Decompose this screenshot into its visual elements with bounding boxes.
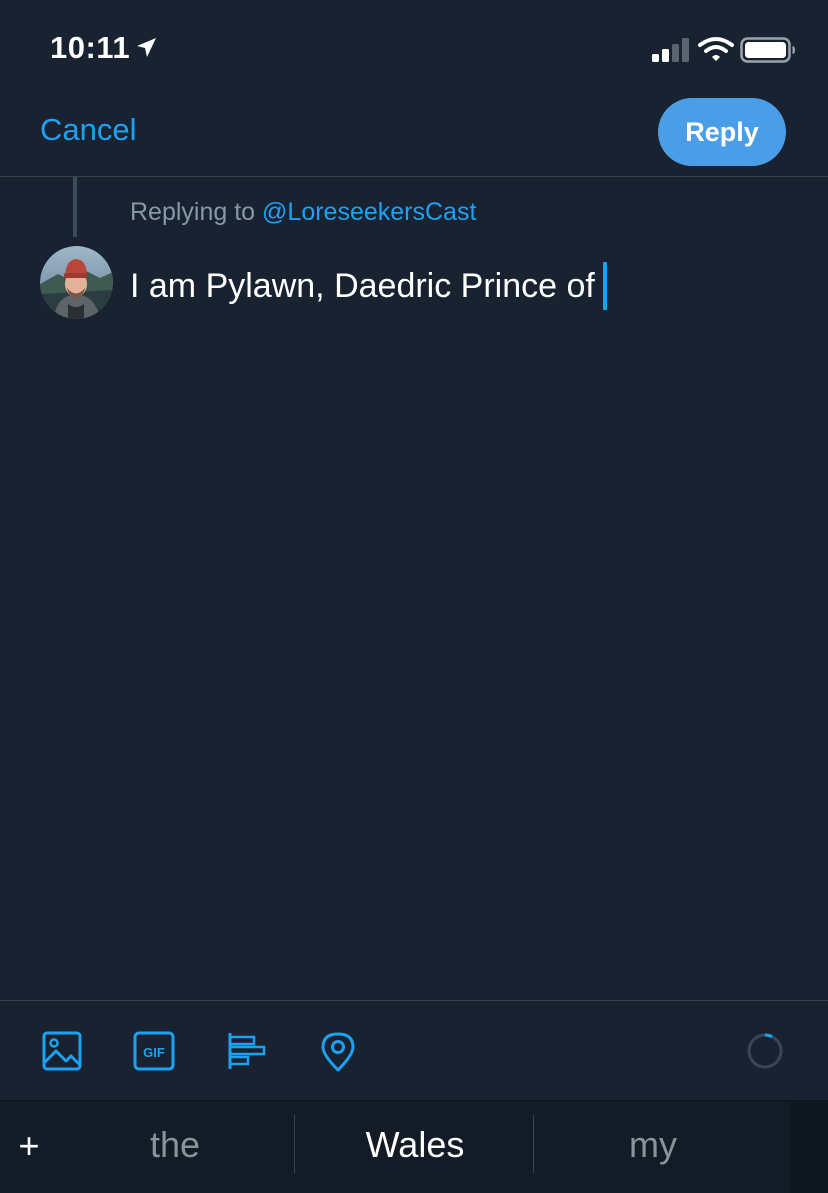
status-time: 10:11: [50, 30, 131, 65]
plus-icon[interactable]: +: [12, 1121, 46, 1171]
suggestion-divider: [294, 1115, 295, 1173]
tweet-text-input[interactable]: I am Pylawn, Daedric Prince of: [130, 262, 607, 310]
wifi-icon: [698, 37, 734, 61]
text-caret: [602, 262, 607, 310]
location-arrow-icon: [137, 38, 156, 57]
compose-nav-bar: Cancel Reply: [0, 96, 828, 177]
image-icon[interactable]: [40, 1029, 84, 1073]
compose-toolbar: GIF: [0, 1000, 828, 1100]
suggestion-1[interactable]: the: [56, 1117, 294, 1173]
thread-connector-line: [73, 177, 77, 237]
keyboard-suggestion-bar: + the Wales my: [0, 1100, 828, 1193]
svg-text:GIF: GIF: [143, 1045, 165, 1060]
keyboard-edge: [790, 1101, 828, 1193]
suggestion-3[interactable]: my: [536, 1117, 770, 1173]
poll-icon[interactable]: [224, 1029, 268, 1073]
reply-button[interactable]: Reply: [658, 98, 786, 166]
suggestion-2[interactable]: Wales: [296, 1117, 534, 1173]
signal-icon: [652, 38, 689, 62]
status-bar: 10:11: [0, 0, 828, 96]
compose-reply-screen: 10:11 Cancel Reply Replying to @Loreseek…: [0, 0, 828, 1193]
tweet-text-content: I am Pylawn, Daedric Prince of: [130, 266, 595, 305]
cancel-button[interactable]: Cancel: [40, 112, 137, 148]
location-icon[interactable]: [316, 1029, 360, 1073]
avatar: [40, 246, 113, 319]
gif-icon[interactable]: GIF: [132, 1029, 176, 1073]
battery-icon: [740, 37, 795, 63]
replying-to-label: Replying to @LoreseekersCast: [130, 198, 476, 227]
suggestion-divider: [533, 1115, 534, 1173]
replying-to-prefix: Replying to: [130, 198, 256, 226]
character-count-ring-icon: [747, 1033, 783, 1069]
replying-to-handle[interactable]: @LoreseekersCast: [262, 198, 476, 226]
